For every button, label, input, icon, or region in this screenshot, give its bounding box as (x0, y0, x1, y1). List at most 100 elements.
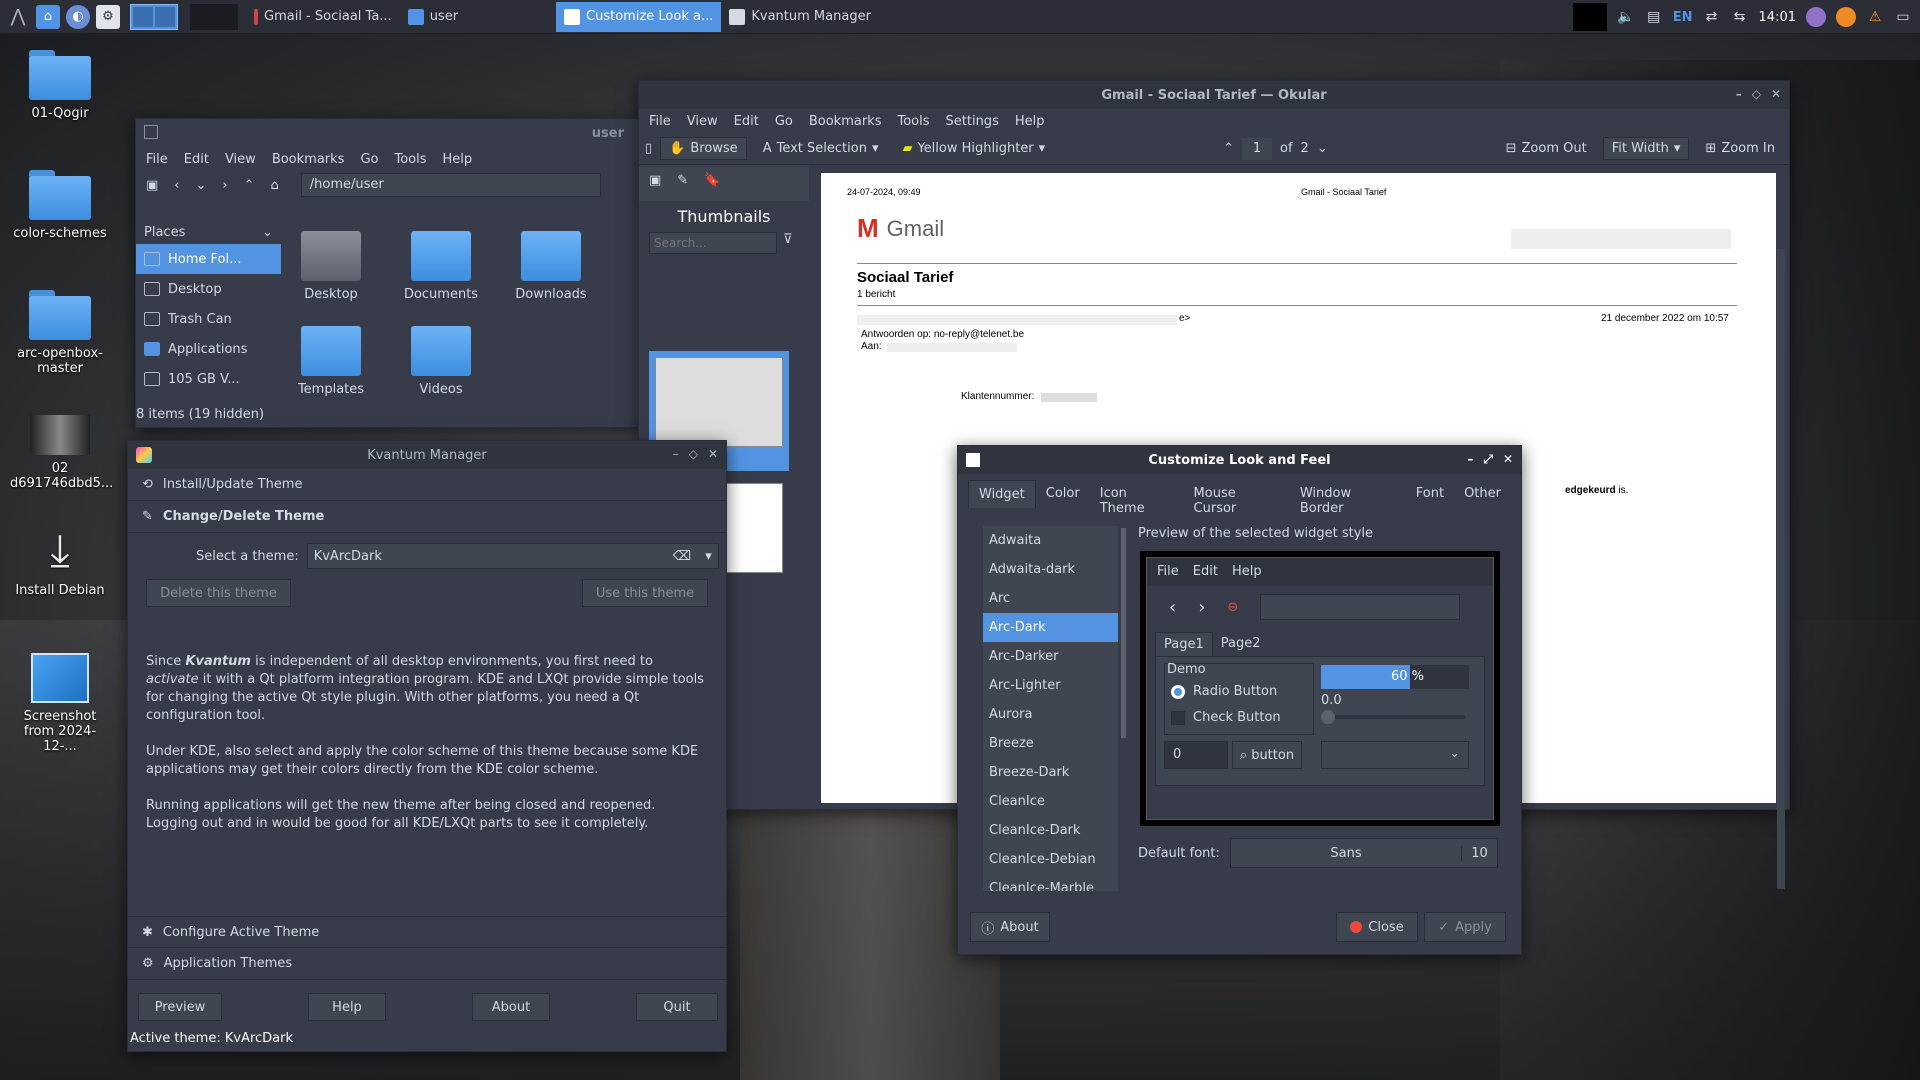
sidebar-toggle-icon[interactable]: ▯ (645, 141, 652, 156)
maximize-icon[interactable]: ◇ (1752, 87, 1761, 101)
bookmarks-tab-icon[interactable]: 🔖 (704, 173, 720, 195)
list-item[interactable]: CleanIce (983, 787, 1118, 816)
menu-file[interactable]: File (146, 152, 168, 167)
next-page-icon[interactable]: ⌄ (1317, 141, 1328, 156)
application-themes-section[interactable]: ⚙ Application Themes (128, 948, 726, 980)
prev-page-icon[interactable]: ⌃ (1223, 141, 1234, 156)
about-button[interactable]: ⓘ About (970, 912, 1050, 942)
change-theme-section[interactable]: ✎ Change/Delete Theme (128, 501, 726, 533)
list-item[interactable]: Adwaita-dark (983, 555, 1118, 584)
zoom-select[interactable]: Fit Width ▾ (1602, 137, 1690, 160)
zoom-out-button[interactable]: ⊟ Zoom Out (1498, 138, 1595, 159)
chevron-down-icon[interactable]: ⌄ (262, 225, 273, 240)
list-item[interactable]: Arc-Darker (983, 642, 1118, 671)
chevron-down-icon[interactable]: ▾ (1039, 141, 1046, 156)
check-box[interactable] (1171, 710, 1185, 725)
preview-tab-page2[interactable]: Page2 (1213, 632, 1269, 656)
page-number-input[interactable]: 1 (1242, 137, 1272, 160)
close-button[interactable]: Close (1336, 912, 1418, 942)
back-icon[interactable]: ‹ (1169, 597, 1176, 618)
menu-help[interactable]: Help (443, 152, 473, 167)
text-selection-button[interactable]: A Text Selection ▾ (755, 138, 887, 159)
preview-menu-edit[interactable]: Edit (1193, 564, 1218, 580)
sync-icon[interactable]: ⇆ (1731, 8, 1749, 26)
place-volume[interactable]: 105 GB V... (136, 364, 281, 394)
clipboard-icon[interactable]: ▤ (1645, 8, 1663, 26)
warning-icon[interactable]: ⚠ (1866, 8, 1884, 26)
menu-bookmarks[interactable]: Bookmarks (809, 114, 882, 129)
about-button[interactable]: About (472, 993, 550, 1021)
home-folder-icon[interactable]: ⌂ (36, 4, 60, 29)
task-dolphin[interactable]: user (400, 2, 466, 32)
file-downloads[interactable]: Downloads (506, 231, 596, 302)
menu-edit[interactable]: Edit (184, 152, 209, 167)
filter-icon[interactable]: ⊽ (783, 232, 793, 254)
workspace-empty[interactable] (190, 3, 238, 30)
list-scrollbar[interactable] (1121, 528, 1126, 738)
tab-other[interactable]: Other (1454, 480, 1511, 508)
browser-icon[interactable]: ◐ (66, 4, 90, 29)
menu-tools[interactable]: Tools (394, 152, 426, 167)
kvantum-titlebar[interactable]: Kvantum Manager – ◇ ✕ (128, 441, 726, 469)
tab-icon-theme[interactable]: Icon Theme (1090, 480, 1184, 516)
preview-address-input[interactable] (1260, 594, 1461, 620)
chevron-down-icon[interactable]: ▾ (705, 549, 712, 564)
preview-menu-help[interactable]: Help (1232, 564, 1262, 580)
network-icon[interactable]: ⇄ (1703, 8, 1721, 26)
file-documents[interactable]: Documents (396, 231, 486, 302)
maximize-icon[interactable]: ◇ (689, 447, 698, 461)
app-menu-icon[interactable]: ⋀ (6, 5, 30, 29)
list-item[interactable]: Arc (983, 584, 1118, 613)
file-templates[interactable]: Templates (286, 326, 376, 397)
preview-combobox[interactable]: ⌄ (1321, 741, 1469, 769)
zoom-in-button[interactable]: ⊞ Zoom In (1697, 138, 1783, 159)
menu-go[interactable]: Go (775, 114, 793, 129)
split-view-icon[interactable]: ▣ (146, 178, 158, 193)
volume-icon[interactable]: 🔈 (1617, 8, 1635, 26)
desktop-icon-screenshot[interactable]: Screenshot from 2024-12-... (10, 653, 110, 754)
browse-tool-button[interactable]: ✋ Browse (660, 137, 747, 160)
radio-button[interactable] (1171, 684, 1185, 699)
place-trash[interactable]: Trash Can (136, 304, 281, 334)
forward-icon[interactable]: › (222, 178, 227, 193)
task-okular[interactable]: Gmail - Sociaal Ta... (246, 2, 400, 32)
list-item[interactable]: CleanIce-Marble (983, 874, 1118, 891)
forward-icon[interactable]: › (1198, 597, 1205, 618)
menu-tools[interactable]: Tools (897, 114, 929, 129)
clear-icon[interactable]: ⌫ (673, 549, 691, 564)
tab-window-border[interactable]: Window Border (1290, 480, 1406, 516)
menu-file[interactable]: File (649, 114, 671, 129)
menu-go[interactable]: Go (360, 152, 378, 167)
spin-box[interactable]: 0 (1164, 741, 1228, 769)
slider[interactable] (1321, 710, 1465, 724)
task-kvantum[interactable]: Kvantum Manager (721, 2, 879, 32)
place-desktop[interactable]: Desktop (136, 274, 281, 304)
desktop-icon-02-image[interactable]: 02 d691746dbd5... (10, 415, 113, 491)
default-font-field[interactable]: Sans 10 (1230, 838, 1498, 868)
desktop-icon-01-qogir[interactable]: 01-Qogir (10, 50, 110, 121)
delete-theme-button[interactable]: Delete this theme (146, 579, 291, 607)
slider-handle[interactable] (1321, 710, 1335, 724)
use-theme-button[interactable]: Use this theme (582, 579, 708, 607)
file-desktop[interactable]: Desktop (286, 231, 376, 302)
list-item-selected[interactable]: Arc-Dark (983, 613, 1118, 642)
thumbnails-tab-icon[interactable]: ▣ (649, 173, 661, 195)
desktop-icon-arc-openbox[interactable]: arc-openbox-master (10, 290, 110, 376)
back-icon[interactable]: ‹ (174, 178, 179, 193)
tab-color[interactable]: Color (1036, 480, 1090, 508)
list-item[interactable]: Breeze (983, 729, 1118, 758)
list-item[interactable]: Breeze-Dark (983, 758, 1118, 787)
dolphin-titlebar[interactable]: user (136, 119, 644, 147)
list-item[interactable]: CleanIce-Dark (983, 816, 1118, 845)
theme-combobox[interactable]: KvArcDark ⌫ ▾ (306, 543, 719, 569)
place-home[interactable]: Home Fol... (136, 244, 281, 274)
clock[interactable]: 14:01 (1759, 10, 1796, 25)
menu-edit[interactable]: Edit (734, 114, 759, 129)
chevron-down-icon[interactable]: ⌄ (196, 178, 207, 193)
minimize-icon[interactable]: – (1467, 452, 1473, 467)
menu-help[interactable]: Help (1015, 114, 1045, 129)
location-bar[interactable]: /home/user (300, 173, 601, 197)
thumbnail-search-input[interactable] (649, 232, 777, 254)
list-item[interactable]: Arc-Lighter (983, 671, 1118, 700)
preview-button[interactable]: Preview (138, 993, 222, 1021)
